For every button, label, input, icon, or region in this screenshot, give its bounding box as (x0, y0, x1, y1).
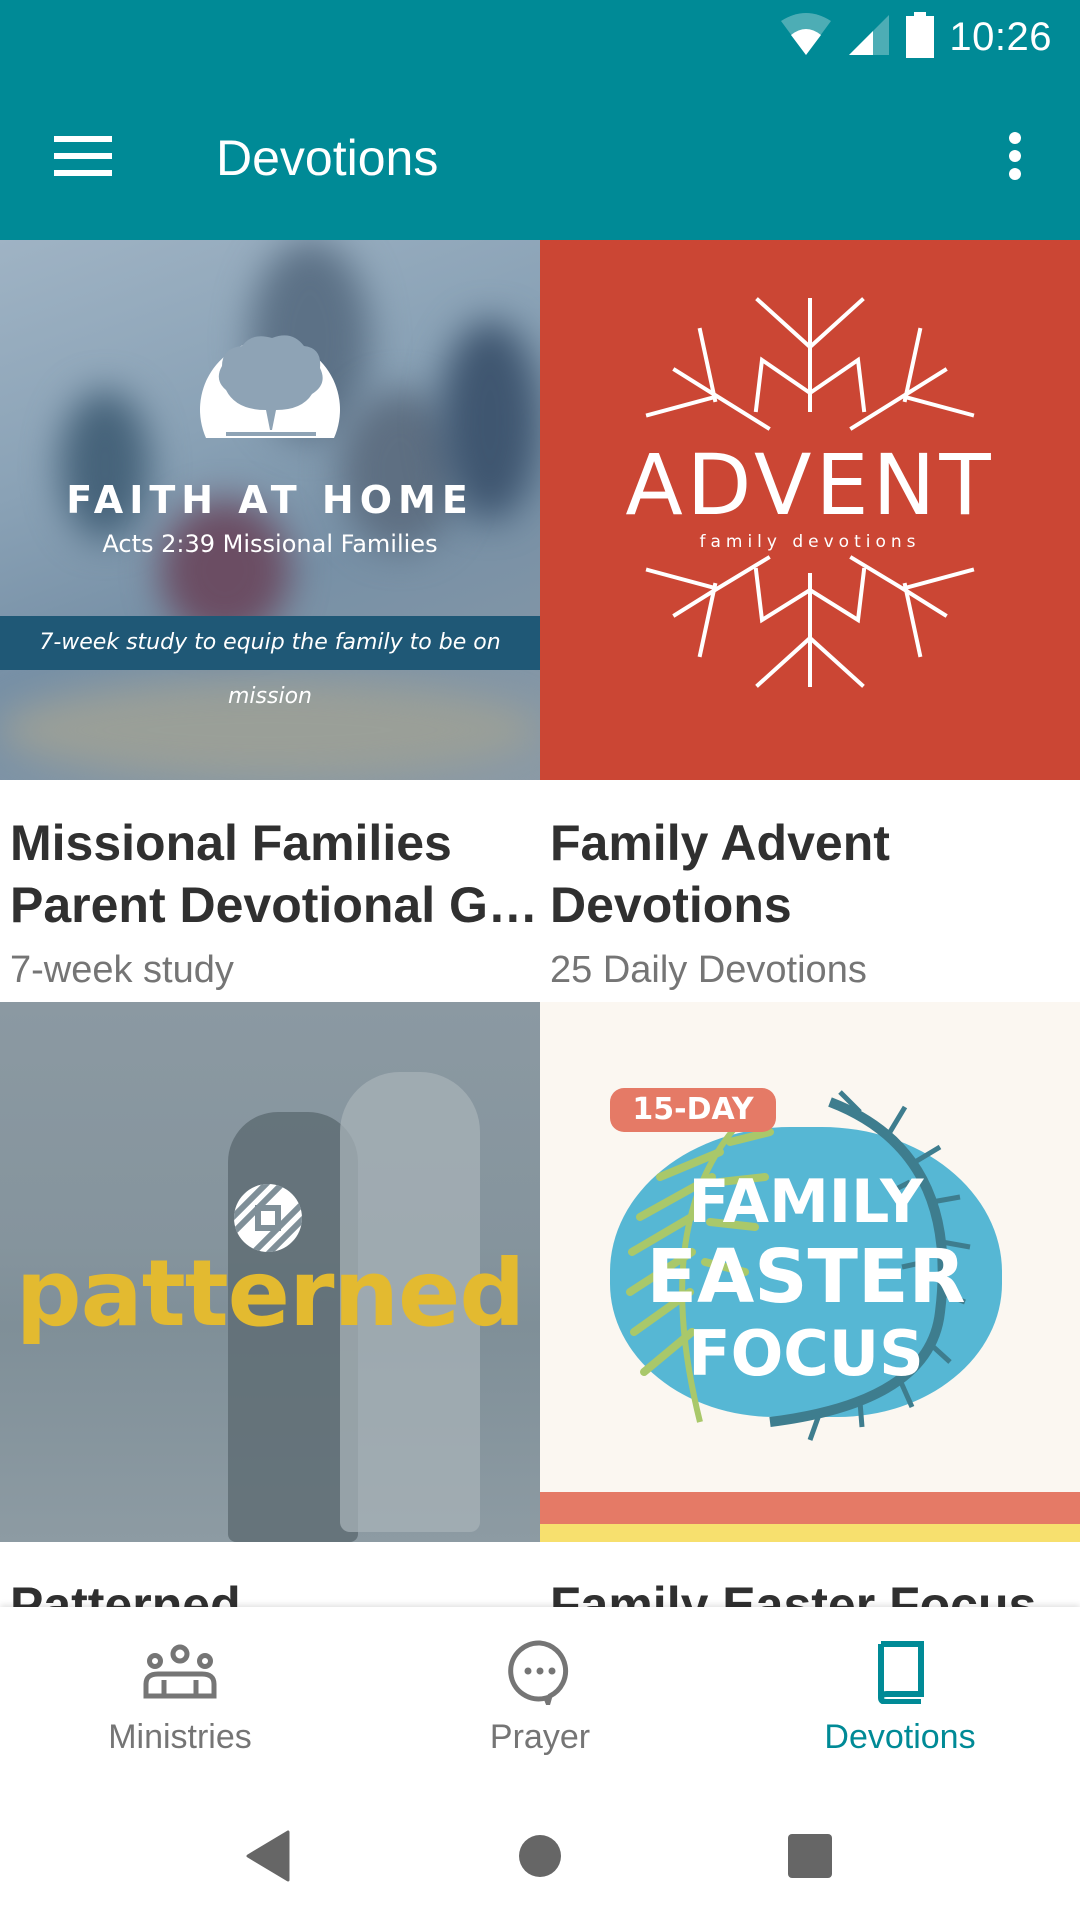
overflow-menu-button[interactable] (980, 120, 1050, 196)
more-vert-icon (1008, 131, 1022, 186)
back-icon (246, 1830, 290, 1887)
home-button[interactable] (500, 1823, 580, 1893)
devotion-card[interactable]: 15-DAY FAMILY EASTER FOCUS Family Easter… (540, 1002, 1080, 1607)
cover-subtitle-text: family devotions (699, 532, 921, 552)
cover-brand-subtext: Acts 2:39 Missional Families (102, 530, 438, 558)
devotion-cover-image: 15-DAY FAMILY EASTER FOCUS (540, 1002, 1080, 1542)
recents-icon (787, 1833, 833, 1884)
cover-title-line: FOCUS (688, 1317, 924, 1390)
devotion-title: Patterned (10, 1577, 241, 1607)
status-bar: 10:26 (0, 0, 1080, 76)
cover-title-text: ADVENT (625, 436, 995, 534)
chat-bubble-icon (500, 1637, 580, 1707)
devotion-card[interactable]: ADVENT family devotions Family Advent De… (540, 240, 1080, 1002)
devotion-cover-image: ADVENT family devotions (540, 240, 1080, 780)
wifi-icon (779, 12, 833, 62)
groups-icon (140, 1637, 220, 1707)
nav-label: Prayer (489, 1718, 591, 1756)
devotion-cover-image: FAITH AT HOME Acts 2:39 Missional Famili… (0, 240, 540, 780)
cell-signal-icon (847, 13, 891, 62)
cover-banner-text: 7-week study to equip the family to be o… (0, 616, 540, 709)
devotion-title: Missional Families Parent Devotional G… (10, 815, 538, 933)
recents-button[interactable] (770, 1823, 850, 1893)
devotion-cover-image: patterned (0, 1002, 540, 1542)
nav-item-prayer[interactable]: Prayer (360, 1607, 720, 1781)
cover-title-line: EASTER (646, 1234, 966, 1320)
cover-badge-text: 15-DAY (610, 1088, 776, 1132)
app-bar: 10:26 Devotions (0, 0, 1080, 240)
menu-button[interactable] (40, 120, 126, 196)
hamburger-menu-icon (54, 135, 112, 181)
page-title: Devotions (216, 130, 439, 186)
devotion-title: Family Easter Focus (550, 1577, 1037, 1607)
nav-item-devotions[interactable]: Devotions (720, 1607, 1080, 1781)
devotion-card[interactable]: FAITH AT HOME Acts 2:39 Missional Famili… (0, 240, 540, 1002)
devotion-card[interactable]: patterned Patterned (0, 1002, 540, 1607)
devotion-title: Family Advent Devotions (550, 815, 890, 933)
status-icons: 10:26 (779, 11, 1052, 63)
tree-logo-icon (200, 335, 340, 438)
cover-title-text: patterned (15, 1240, 525, 1347)
battery-icon (905, 11, 935, 63)
devotions-grid: FAITH AT HOME Acts 2:39 Missional Famili… (0, 240, 1080, 1607)
devotion-subtitle: 7-week study (10, 949, 234, 991)
devotion-subtitle: 25 Daily Devotions (550, 949, 867, 991)
toolbar: Devotions (0, 76, 1080, 240)
book-icon (860, 1637, 940, 1707)
nav-label: Devotions (824, 1718, 976, 1756)
status-time: 10:26 (949, 14, 1052, 59)
cover-title-line: FAMILY (688, 1167, 924, 1237)
cover-brand-text: FAITH AT HOME (66, 478, 474, 522)
nav-item-ministries[interactable]: Ministries (0, 1607, 360, 1781)
nav-label: Ministries (108, 1718, 252, 1756)
system-navigation-bar (0, 1781, 1080, 1920)
back-button[interactable] (228, 1823, 308, 1893)
home-icon (517, 1833, 563, 1884)
bottom-navigation: Ministries Prayer Devotions (0, 1607, 1080, 1781)
